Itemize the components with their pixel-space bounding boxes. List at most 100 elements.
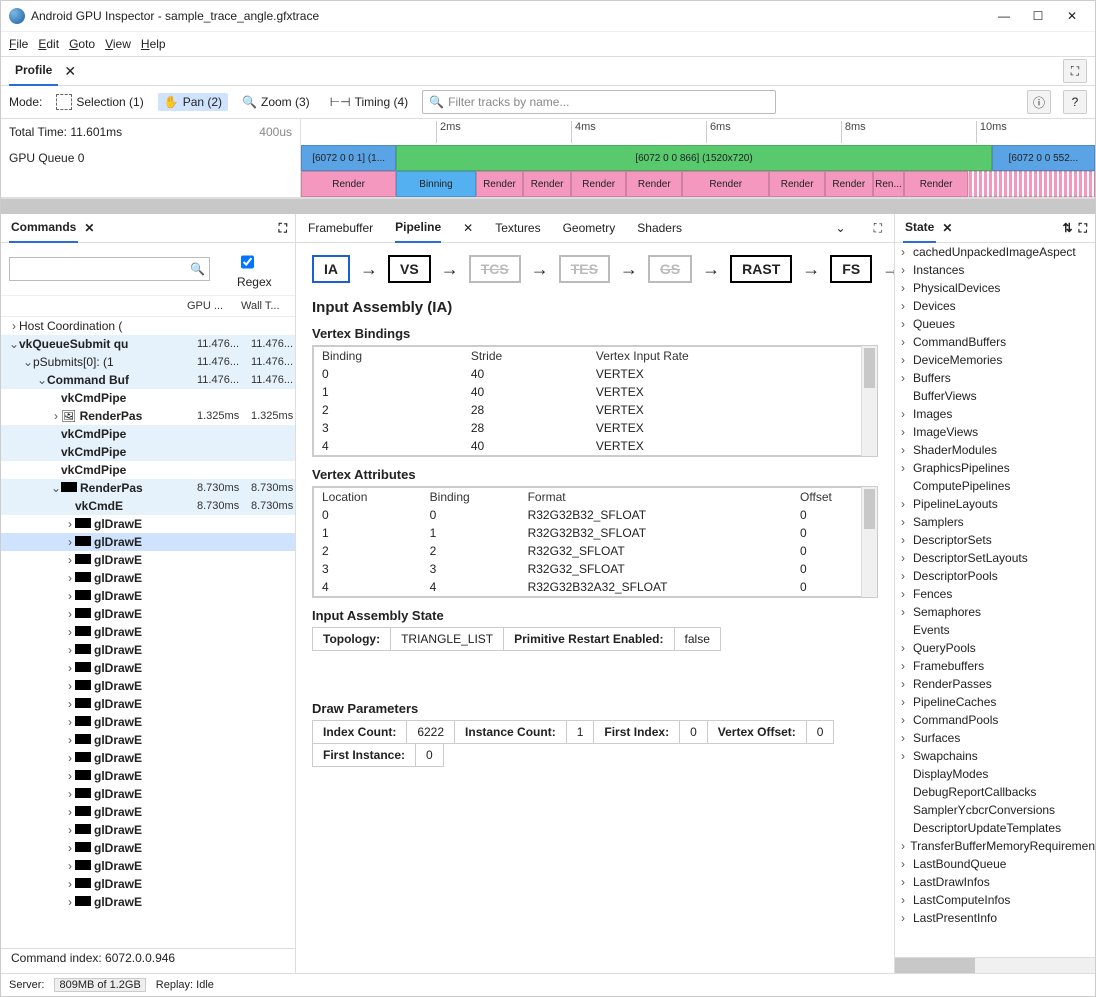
- state-item[interactable]: ›GraphicsPipelines: [895, 459, 1095, 477]
- command-search-input[interactable]: [9, 257, 210, 281]
- state-item[interactable]: ›DescriptorPools: [895, 567, 1095, 585]
- state-item[interactable]: ›Swapchains: [895, 747, 1095, 765]
- timeline-ruler[interactable]: 2ms4ms6ms8ms10ms: [301, 119, 1095, 145]
- stage-rast[interactable]: RAST: [730, 255, 792, 283]
- close-icon[interactable]: ✕: [463, 221, 473, 235]
- state-item[interactable]: ›ShaderModules: [895, 441, 1095, 459]
- state-item[interactable]: Events: [895, 621, 1095, 639]
- close-icon[interactable]: ✕: [942, 221, 952, 235]
- command-row[interactable]: ›glDrawE: [1, 893, 295, 911]
- table-row[interactable]: 140VERTEX: [314, 383, 877, 401]
- table-row[interactable]: 328VERTEX: [314, 419, 877, 437]
- tab-textures[interactable]: Textures: [495, 214, 540, 242]
- filter-input[interactable]: 🔍Filter tracks by name...: [422, 90, 776, 114]
- timeline-block[interactable]: Ren...: [873, 171, 905, 197]
- timeline-block[interactable]: Render: [301, 171, 396, 197]
- state-item[interactable]: ›LastPresentInfo: [895, 909, 1095, 927]
- command-row[interactable]: ›Host Coordination (: [1, 317, 295, 335]
- state-item[interactable]: ›PipelineCaches: [895, 693, 1095, 711]
- table-row[interactable]: 228VERTEX: [314, 401, 877, 419]
- tab-pipeline[interactable]: Pipeline: [395, 214, 441, 243]
- timeline-block[interactable]: Render: [523, 171, 571, 197]
- state-item[interactable]: ComputePipelines: [895, 477, 1095, 495]
- mode-selection[interactable]: Selection (1): [50, 92, 149, 112]
- command-row[interactable]: ⌄Command Buf11.476...11.476...: [1, 371, 295, 389]
- state-item[interactable]: ›DeviceMemories: [895, 351, 1095, 369]
- state-item[interactable]: ›Semaphores: [895, 603, 1095, 621]
- command-row[interactable]: ›glDrawE: [1, 767, 295, 785]
- state-item[interactable]: ›LastBoundQueue: [895, 855, 1095, 873]
- timeline-block[interactable]: [968, 171, 1095, 197]
- state-item[interactable]: ›CommandPools: [895, 711, 1095, 729]
- tab-shaders[interactable]: Shaders: [637, 214, 682, 242]
- help-icon[interactable]: ?: [1063, 90, 1087, 114]
- timeline-block[interactable]: Render: [476, 171, 524, 197]
- scrollbar[interactable]: [861, 346, 877, 456]
- command-row[interactable]: ›glDrawE: [1, 731, 295, 749]
- table-row[interactable]: 040VERTEX: [314, 365, 877, 383]
- state-tree[interactable]: ›cachedUnpackedImageAspect›Instances›Phy…: [895, 243, 1095, 957]
- timeline-block[interactable]: Render: [769, 171, 825, 197]
- table-row[interactable]: 440VERTEX: [314, 437, 877, 456]
- command-row[interactable]: ⌄RenderPas8.730ms8.730ms: [1, 479, 295, 497]
- state-item[interactable]: DisplayModes: [895, 765, 1095, 783]
- commands-tree[interactable]: ›Host Coordination (⌄vkQueueSubmit qu11.…: [1, 317, 295, 948]
- stage-tes[interactable]: TES: [559, 255, 610, 283]
- state-item[interactable]: ›TransferBufferMemoryRequiremen: [895, 837, 1095, 855]
- command-row[interactable]: vkCmdPipe: [1, 389, 295, 407]
- command-row[interactable]: ›glDrawE: [1, 695, 295, 713]
- timeline-scrollbar[interactable]: [1, 198, 1095, 214]
- maximize-button[interactable]: ☐: [1023, 6, 1053, 26]
- command-row[interactable]: ›glDrawE: [1, 875, 295, 893]
- fullscreen-icon[interactable]: ⛶: [279, 221, 287, 236]
- fullscreen-icon[interactable]: ⛶: [1079, 221, 1087, 236]
- command-row[interactable]: ›glDrawE: [1, 659, 295, 677]
- command-row[interactable]: ›glDrawE: [1, 587, 295, 605]
- state-item[interactable]: ›PhysicalDevices: [895, 279, 1095, 297]
- command-row[interactable]: ›glDrawE: [1, 677, 295, 695]
- state-item[interactable]: ›Fences: [895, 585, 1095, 603]
- table-row[interactable]: 33R32G32_SFLOAT0: [314, 560, 877, 578]
- stage-gs[interactable]: GS: [648, 255, 692, 283]
- state-item[interactable]: ›Buffers: [895, 369, 1095, 387]
- state-item[interactable]: ›LastComputeInfos: [895, 891, 1095, 909]
- state-h-scrollbar[interactable]: [895, 957, 1095, 973]
- command-row[interactable]: ›glDrawE: [1, 785, 295, 803]
- command-row[interactable]: ›🖼 RenderPas1.325ms1.325ms: [1, 407, 295, 425]
- state-item[interactable]: ›DescriptorSetLayouts: [895, 549, 1095, 567]
- command-row[interactable]: ›glDrawE: [1, 713, 295, 731]
- state-item[interactable]: ›ImageViews: [895, 423, 1095, 441]
- state-item[interactable]: ›Surfaces: [895, 729, 1095, 747]
- state-item[interactable]: ›Instances: [895, 261, 1095, 279]
- mode-pan[interactable]: ✋Pan (2): [158, 93, 228, 111]
- command-row[interactable]: vkCmdPipe: [1, 461, 295, 479]
- close-button[interactable]: ✕: [1057, 6, 1087, 26]
- command-row[interactable]: vkCmdPipe: [1, 443, 295, 461]
- close-icon[interactable]: ✕: [64, 63, 76, 80]
- command-row[interactable]: ›glDrawE: [1, 551, 295, 569]
- gpu-queue-lane[interactable]: [6072 0 0 1] (1...[6072 0 0 866] (1520x7…: [301, 145, 1095, 171]
- fullscreen-icon[interactable]: ⛶: [874, 221, 882, 236]
- command-row[interactable]: ›glDrawE: [1, 821, 295, 839]
- sort-icon[interactable]: ⇅: [1063, 221, 1073, 235]
- state-item[interactable]: ›DescriptorSets: [895, 531, 1095, 549]
- command-row[interactable]: ›glDrawE: [1, 641, 295, 659]
- state-item[interactable]: BufferViews: [895, 387, 1095, 405]
- state-item[interactable]: ›PipelineLayouts: [895, 495, 1095, 513]
- menu-help[interactable]: Help: [141, 37, 166, 51]
- state-item[interactable]: DebugReportCallbacks: [895, 783, 1095, 801]
- timeline-block[interactable]: Render: [904, 171, 968, 197]
- command-row[interactable]: ›glDrawE: [1, 515, 295, 533]
- table-row[interactable]: 11R32G32B32_SFLOAT0: [314, 524, 877, 542]
- mode-zoom[interactable]: 🔍Zoom (3): [236, 93, 316, 111]
- timeline-block[interactable]: Render: [682, 171, 769, 197]
- state-item[interactable]: ›LastDrawInfos: [895, 873, 1095, 891]
- state-item[interactable]: DescriptorUpdateTemplates: [895, 819, 1095, 837]
- regex-checkbox[interactable]: Regex: [237, 249, 287, 289]
- command-row[interactable]: ›glDrawE: [1, 623, 295, 641]
- command-row[interactable]: ⌄vkQueueSubmit qu11.476...11.476...: [1, 335, 295, 353]
- command-row[interactable]: vkCmdE8.730ms8.730ms: [1, 497, 295, 515]
- menu-file[interactable]: File: [9, 37, 28, 51]
- stage-vs[interactable]: VS: [388, 255, 431, 283]
- tab-geometry[interactable]: Geometry: [563, 214, 616, 242]
